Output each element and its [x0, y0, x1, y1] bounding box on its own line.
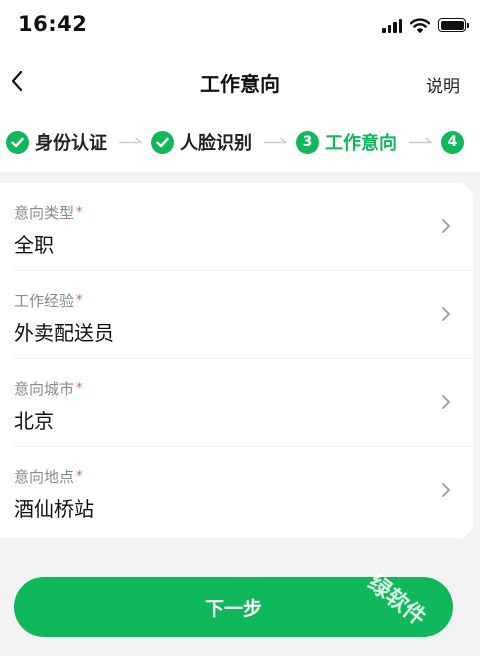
chevron-right-icon [442, 483, 450, 497]
arrow-right-icon [119, 137, 143, 147]
next-step-button[interactable]: 下一步 [14, 577, 453, 637]
arrow-right-icon [264, 137, 288, 147]
chevron-right-icon [442, 219, 450, 233]
field-label: 意向城市 * [14, 380, 83, 398]
step-number: 3 [296, 130, 319, 154]
form-row-location[interactable]: 意向地点 * 酒仙桥站 [14, 447, 473, 535]
status-bar: 16:42 [0, 0, 480, 52]
step-job-intent: 3 工作意向 [296, 129, 397, 155]
step-face: 人脸识别 [151, 129, 252, 155]
required-mark: * [76, 293, 83, 308]
step-identity: 身份认证 [6, 129, 107, 155]
page-title: 工作意向 [200, 72, 280, 96]
chevron-right-icon [442, 307, 450, 321]
check-circle-icon [6, 130, 29, 154]
check-circle-icon [151, 130, 174, 154]
status-icons [382, 15, 469, 35]
field-label: 工作经验 * [14, 292, 83, 310]
wifi-icon [410, 17, 430, 33]
intent-form: 意向类型 * 全职 工作经验 * 外卖配送员 意向城市 * 北京 意向地点 * 酒仙桥站 [0, 183, 473, 538]
field-value: 北京 [14, 409, 54, 433]
form-row-city[interactable]: 意向城市 * 北京 [14, 359, 473, 447]
step-label: 工作意向 [325, 133, 397, 154]
step-four: 4 [441, 130, 464, 154]
step-label: 人脸识别 [180, 133, 252, 154]
form-row-experience[interactable]: 工作经验 * 外卖配送员 [14, 271, 473, 359]
help-link[interactable]: 说明 [426, 72, 460, 97]
progress-steps: 身份认证 人脸识别 3 工作意向 4 [6, 128, 464, 156]
required-mark: * [76, 469, 83, 484]
step-number: 4 [441, 130, 464, 154]
field-label: 意向地点 * [14, 468, 83, 486]
field-label: 意向类型 * [14, 204, 83, 222]
field-value: 酒仙桥站 [14, 497, 94, 521]
form-row-job-type[interactable]: 意向类型 * 全职 [14, 183, 473, 271]
cellular-signal-icon [382, 18, 402, 33]
arrow-right-icon [409, 137, 433, 147]
step-label: 身份认证 [35, 133, 107, 154]
status-time: 16:42 [18, 12, 88, 36]
field-value: 外卖配送员 [14, 321, 114, 345]
required-mark: * [76, 381, 83, 396]
nav-bar: 工作意向 说明 [0, 52, 480, 112]
battery-icon [438, 18, 469, 32]
field-value: 全职 [14, 233, 54, 257]
required-mark: * [76, 205, 83, 220]
chevron-right-icon [442, 395, 450, 409]
